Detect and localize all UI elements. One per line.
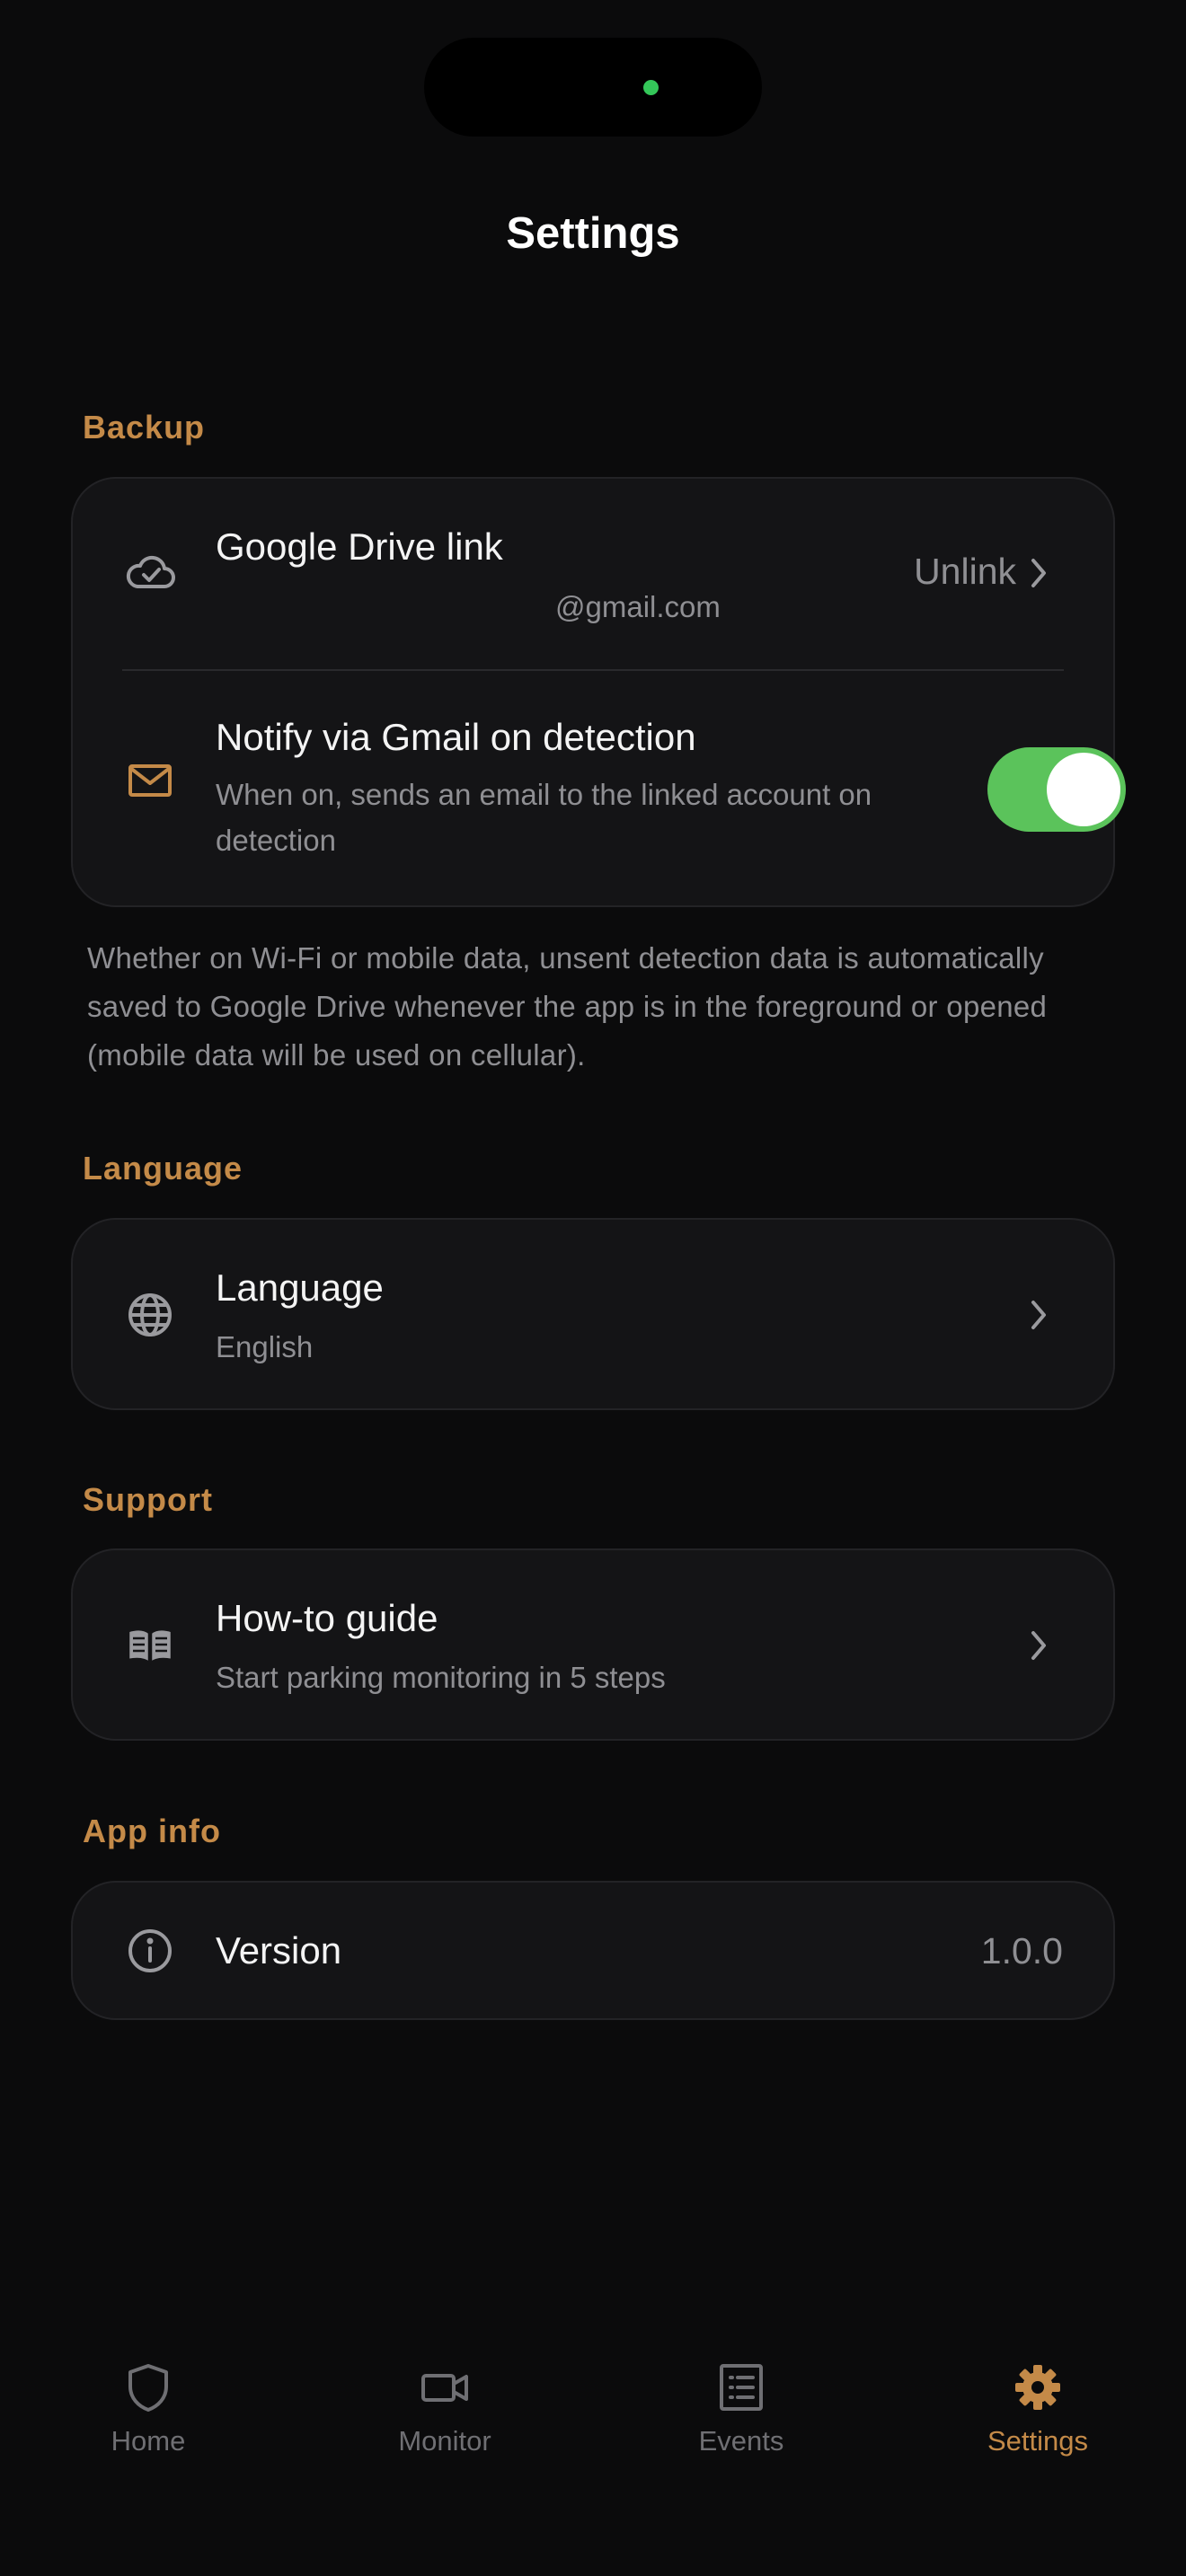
tab-monitor[interactable]: Monitor <box>337 2335 553 2479</box>
list-icon <box>720 2364 763 2411</box>
chevron-right-icon <box>1031 559 1046 587</box>
page-title: Settings <box>506 209 680 258</box>
gmail-notify-toggle[interactable] <box>987 747 1126 832</box>
toggle-knob <box>1047 753 1120 826</box>
version-row: Version 1.0.0 <box>73 1883 1113 2020</box>
gmail-notify-row: Notify via Gmail on detection When on, s… <box>73 671 1126 907</box>
google-drive-link-title: Google Drive link <box>216 525 503 568</box>
language-card: Language English <box>71 1218 1115 1410</box>
version-title: Version <box>216 1929 342 1972</box>
tab-label-home: Home <box>111 2425 186 2457</box>
tab-label-events: Events <box>698 2425 784 2457</box>
version-value: 1.0.0 <box>980 1930 1063 1972</box>
how-to-guide-title: How-to guide <box>216 1597 438 1639</box>
settings-screen: Settings Backup Google Drive link @gmail… <box>0 0 1186 2576</box>
chevron-right-icon <box>1031 1631 1046 1660</box>
mail-icon <box>123 754 177 807</box>
section-label-language: Language <box>83 1150 243 1187</box>
chevron-right-icon <box>1031 1301 1046 1329</box>
gear-icon <box>1015 2365 1060 2410</box>
language-title: Language <box>216 1266 384 1309</box>
globe-icon <box>123 1288 177 1342</box>
section-label-backup: Backup <box>83 409 206 446</box>
tab-bar: Home Monitor Events Settings <box>0 2335 1186 2497</box>
video-camera-icon <box>421 2374 468 2402</box>
tab-label-settings: Settings <box>987 2425 1088 2457</box>
tab-home[interactable]: Home <box>40 2335 256 2479</box>
section-label-support: Support <box>83 1481 213 1518</box>
language-value: English <box>216 1330 314 1363</box>
linked-account-email: @gmail.com <box>555 590 721 623</box>
support-card: How-to guide Start parking monitoring in… <box>71 1548 1115 1741</box>
shield-icon <box>128 2364 168 2412</box>
backup-footnote: Whether on Wi-Fi or mobile data, unsent … <box>87 941 1048 1072</box>
tab-label-monitor: Monitor <box>398 2425 491 2457</box>
info-icon <box>123 1924 177 1978</box>
tab-events[interactable]: Events <box>633 2335 849 2479</box>
gmail-notify-title: Notify via Gmail on detection <box>216 716 696 758</box>
book-icon <box>123 1619 177 1672</box>
backup-card: Google Drive link @gmail.com Unlink Noti… <box>71 477 1126 907</box>
unlink-button[interactable]: Unlink <box>914 551 1016 593</box>
how-to-guide-description: Start parking monitoring in 5 steps <box>216 1661 666 1694</box>
how-to-guide-row[interactable]: How-to guide Start parking monitoring in… <box>73 1550 1113 1741</box>
tab-settings[interactable]: Settings <box>930 2335 1146 2479</box>
cloud-check-icon <box>123 547 177 601</box>
google-drive-link-row[interactable]: Google Drive link @gmail.com Unlink <box>73 479 1113 671</box>
language-row[interactable]: Language English <box>73 1220 1113 1410</box>
section-label-app-info: App info <box>83 1813 221 1849</box>
camera-indicator-dot <box>643 80 659 95</box>
dynamic-island <box>424 38 762 137</box>
gmail-notify-description: When on, sends an email to the linked ac… <box>216 778 872 857</box>
app-info-card: Version 1.0.0 <box>71 1881 1115 2020</box>
